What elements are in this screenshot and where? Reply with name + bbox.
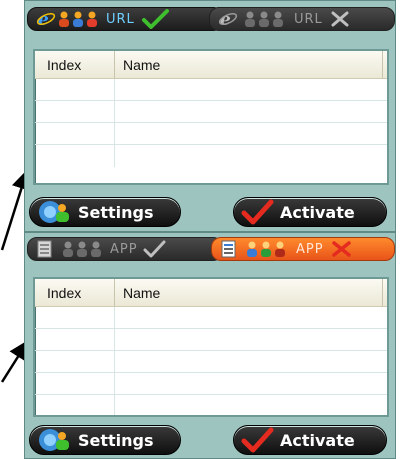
app-window-icon: [221, 240, 236, 258]
url-list[interactable]: Index Name: [33, 49, 389, 185]
list-header: Index Name: [35, 51, 387, 79]
settings-button[interactable]: Settings: [29, 197, 181, 227]
tab-label: URL: [106, 11, 135, 27]
users-icon: [247, 241, 285, 257]
app-panel: APP APP Index Name Settings Activate: [24, 232, 396, 459]
x-icon: [331, 11, 349, 27]
users-icon: [59, 11, 97, 27]
checkmark-icon: [143, 240, 166, 258]
annotation-arrow-top: [0, 169, 32, 251]
ie-logo-icon: e: [218, 10, 238, 28]
table-row[interactable]: [35, 307, 387, 329]
app-window-icon: [37, 240, 52, 258]
app-tabstrip: APP APP: [25, 233, 397, 265]
table-row[interactable]: [35, 351, 387, 373]
tab-url-inactive[interactable]: e URL: [209, 7, 395, 31]
tab-label: URL: [294, 11, 323, 27]
url-tabstrip: e URL e URL: [25, 1, 397, 33]
settings-label: Settings: [78, 202, 154, 222]
app-list[interactable]: Index Name: [33, 277, 389, 417]
settings-label: Settings: [78, 430, 154, 450]
table-row[interactable]: [35, 79, 387, 101]
table-row[interactable]: [35, 329, 387, 351]
annotation-arrow-bottom: [0, 339, 29, 383]
checkmark-icon: [241, 199, 274, 225]
tab-label: APP: [110, 241, 138, 257]
users-icon: [245, 11, 283, 27]
url-panel: e URL e URL Index Name Settings Activate: [24, 0, 396, 232]
table-row[interactable]: [35, 101, 387, 123]
settings-users-icon: [39, 429, 69, 451]
settings-button[interactable]: Settings: [29, 425, 181, 455]
activate-label: Activate: [280, 430, 355, 450]
checkmark-icon: [241, 427, 274, 453]
table-row[interactable]: [35, 373, 387, 395]
activate-label: Activate: [280, 202, 355, 222]
settings-users-icon: [39, 201, 69, 223]
tab-url-active[interactable]: e URL: [27, 7, 223, 31]
ie-logo-icon: e: [36, 10, 56, 28]
column-header-name[interactable]: Name: [115, 279, 383, 306]
x-icon: [331, 241, 351, 257]
activate-button[interactable]: Activate: [233, 197, 387, 227]
tab-app-inactive[interactable]: APP: [27, 237, 223, 261]
activate-button[interactable]: Activate: [233, 425, 387, 455]
checkmark-icon: [141, 9, 169, 29]
column-header-index[interactable]: Index: [35, 51, 115, 78]
table-row[interactable]: [35, 145, 387, 167]
table-row[interactable]: [35, 123, 387, 145]
column-header-index[interactable]: Index: [35, 279, 115, 306]
users-icon: [63, 241, 101, 257]
list-header: Index Name: [35, 279, 387, 307]
tab-label: APP: [296, 241, 324, 257]
table-row[interactable]: [35, 395, 387, 415]
tab-app-active[interactable]: APP: [211, 237, 395, 261]
column-header-name[interactable]: Name: [115, 51, 383, 78]
